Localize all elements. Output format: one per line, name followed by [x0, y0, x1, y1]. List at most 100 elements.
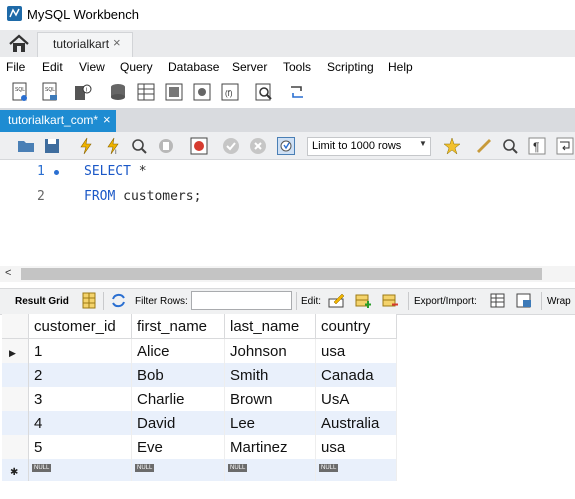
- query-tab-close-icon[interactable]: ×: [103, 112, 111, 127]
- reconnect-icon[interactable]: [287, 81, 307, 103]
- add-snippet-icon[interactable]: [443, 137, 461, 155]
- table-cell[interactable]: Smith: [224, 363, 316, 387]
- row-header[interactable]: [2, 435, 29, 459]
- null-cell[interactable]: NULL: [224, 459, 316, 481]
- export-import-label: Export/Import:: [414, 296, 477, 307]
- execute-icon[interactable]: [77, 137, 95, 155]
- rollback-icon[interactable]: [249, 137, 267, 155]
- menu-view[interactable]: View: [79, 60, 105, 74]
- wrap-label[interactable]: Wrap: [547, 296, 571, 307]
- create-function-icon[interactable]: (f): [220, 81, 240, 103]
- create-schema-icon[interactable]: [108, 81, 128, 103]
- table-cell[interactable]: Brown: [224, 387, 316, 411]
- create-table-icon[interactable]: [136, 81, 156, 103]
- create-procedure-icon[interactable]: [192, 81, 212, 103]
- menu-file[interactable]: File: [6, 60, 25, 74]
- row-header[interactable]: [2, 387, 29, 411]
- commit-icon[interactable]: [222, 137, 240, 155]
- execute-current-icon[interactable]: I: [104, 137, 122, 155]
- table-cell[interactable]: 3: [28, 387, 132, 411]
- table-cell[interactable]: 2: [28, 363, 132, 387]
- table-cell[interactable]: David: [131, 411, 225, 435]
- table-cell[interactable]: Eve: [131, 435, 225, 459]
- edit-row-icon[interactable]: [328, 292, 345, 309]
- table-cell[interactable]: usa: [315, 435, 397, 459]
- result-grid: customer_id first_name last_name country…: [2, 314, 402, 481]
- wrap-lines-icon[interactable]: [556, 137, 574, 155]
- menu-server[interactable]: Server: [232, 60, 267, 74]
- sql-keyword: FROM: [84, 189, 116, 204]
- export-icon[interactable]: [490, 292, 507, 309]
- invisible-chars-icon[interactable]: ¶: [528, 137, 546, 155]
- table-cell[interactable]: Canada: [315, 363, 397, 387]
- save-icon[interactable]: [43, 137, 61, 155]
- separator: [296, 292, 297, 310]
- add-row-icon[interactable]: [355, 292, 372, 309]
- current-row-arrow-icon[interactable]: ▶: [2, 338, 29, 363]
- sql-text: customers;: [115, 189, 202, 204]
- open-sql-script-icon[interactable]: SQL: [40, 81, 60, 103]
- column-header-customer-id[interactable]: customer_id: [28, 314, 132, 339]
- row-header[interactable]: [2, 411, 29, 435]
- table-cell[interactable]: Charlie: [131, 387, 225, 411]
- connection-tab-close-icon[interactable]: ×: [113, 35, 121, 50]
- inspector-icon[interactable]: i: [73, 81, 93, 103]
- table-cell[interactable]: Martinez: [224, 435, 316, 459]
- column-header-last-name[interactable]: last_name: [224, 314, 316, 339]
- table-cell[interactable]: Johnson: [224, 338, 316, 363]
- limit-rows-value: Limit to 1000 rows: [312, 140, 402, 152]
- table-cell[interactable]: 1: [28, 338, 132, 363]
- table-row[interactable]: 2 Bob Smith Canada: [2, 363, 397, 387]
- menu-help[interactable]: Help: [388, 60, 413, 74]
- new-row-star-icon[interactable]: ✱: [2, 459, 29, 481]
- menu-database[interactable]: Database: [168, 60, 219, 74]
- stop-icon[interactable]: [157, 137, 175, 155]
- table-row[interactable]: 4 David Lee Australia: [2, 411, 397, 435]
- grid-view-icon[interactable]: [81, 292, 98, 309]
- column-header-first-name[interactable]: first_name: [131, 314, 225, 339]
- toggle-continue-on-error-icon[interactable]: [190, 137, 208, 155]
- filter-rows-input[interactable]: [191, 291, 292, 310]
- home-icon[interactable]: [8, 34, 30, 53]
- table-cell[interactable]: UsA: [315, 387, 397, 411]
- find-replace-icon[interactable]: [501, 137, 519, 155]
- menu-edit[interactable]: Edit: [42, 60, 63, 74]
- table-cell[interactable]: Bob: [131, 363, 225, 387]
- table-row[interactable]: ▶ 1 Alice Johnson usa: [2, 338, 397, 363]
- table-cell[interactable]: 4: [28, 411, 132, 435]
- svg-text:(f): (f): [225, 89, 233, 98]
- refresh-icon[interactable]: [110, 292, 127, 309]
- window-title: MySQL Workbench: [27, 7, 139, 22]
- table-cell[interactable]: 5: [28, 435, 132, 459]
- connection-tab-label: tutorialkart: [53, 37, 110, 51]
- scroll-left-icon[interactable]: <: [5, 267, 11, 279]
- line-number: 2: [37, 189, 45, 204]
- table-cell[interactable]: Australia: [315, 411, 397, 435]
- row-header[interactable]: [2, 363, 29, 387]
- table-cell[interactable]: Lee: [224, 411, 316, 435]
- beautify-icon[interactable]: [475, 137, 493, 155]
- new-row[interactable]: ✱ NULL NULL NULL NULL: [2, 459, 397, 481]
- separator: [541, 292, 542, 310]
- result-grid-label[interactable]: Result Grid: [15, 296, 69, 307]
- table-row[interactable]: 5 Eve Martinez usa: [2, 435, 397, 459]
- explain-icon[interactable]: [130, 137, 148, 155]
- search-table-data-icon[interactable]: [254, 81, 274, 103]
- autocommit-toggle-icon[interactable]: [277, 137, 295, 155]
- menu-tools[interactable]: Tools: [283, 60, 311, 74]
- table-cell[interactable]: Alice: [131, 338, 225, 363]
- new-sql-tab-icon[interactable]: SQL: [10, 81, 30, 103]
- null-cell[interactable]: NULL: [131, 459, 225, 481]
- open-folder-icon[interactable]: [17, 137, 35, 155]
- menu-query[interactable]: Query: [120, 60, 153, 74]
- table-cell[interactable]: usa: [315, 338, 397, 363]
- null-cell[interactable]: NULL: [28, 459, 132, 481]
- null-cell[interactable]: NULL: [315, 459, 397, 481]
- import-icon[interactable]: [516, 292, 533, 309]
- create-view-icon[interactable]: [164, 81, 184, 103]
- delete-row-icon[interactable]: [382, 292, 399, 309]
- scrollbar-thumb[interactable]: [21, 268, 542, 280]
- menu-scripting[interactable]: Scripting: [327, 60, 374, 74]
- table-row[interactable]: 3 Charlie Brown UsA: [2, 387, 397, 411]
- column-header-country[interactable]: country: [315, 314, 397, 339]
